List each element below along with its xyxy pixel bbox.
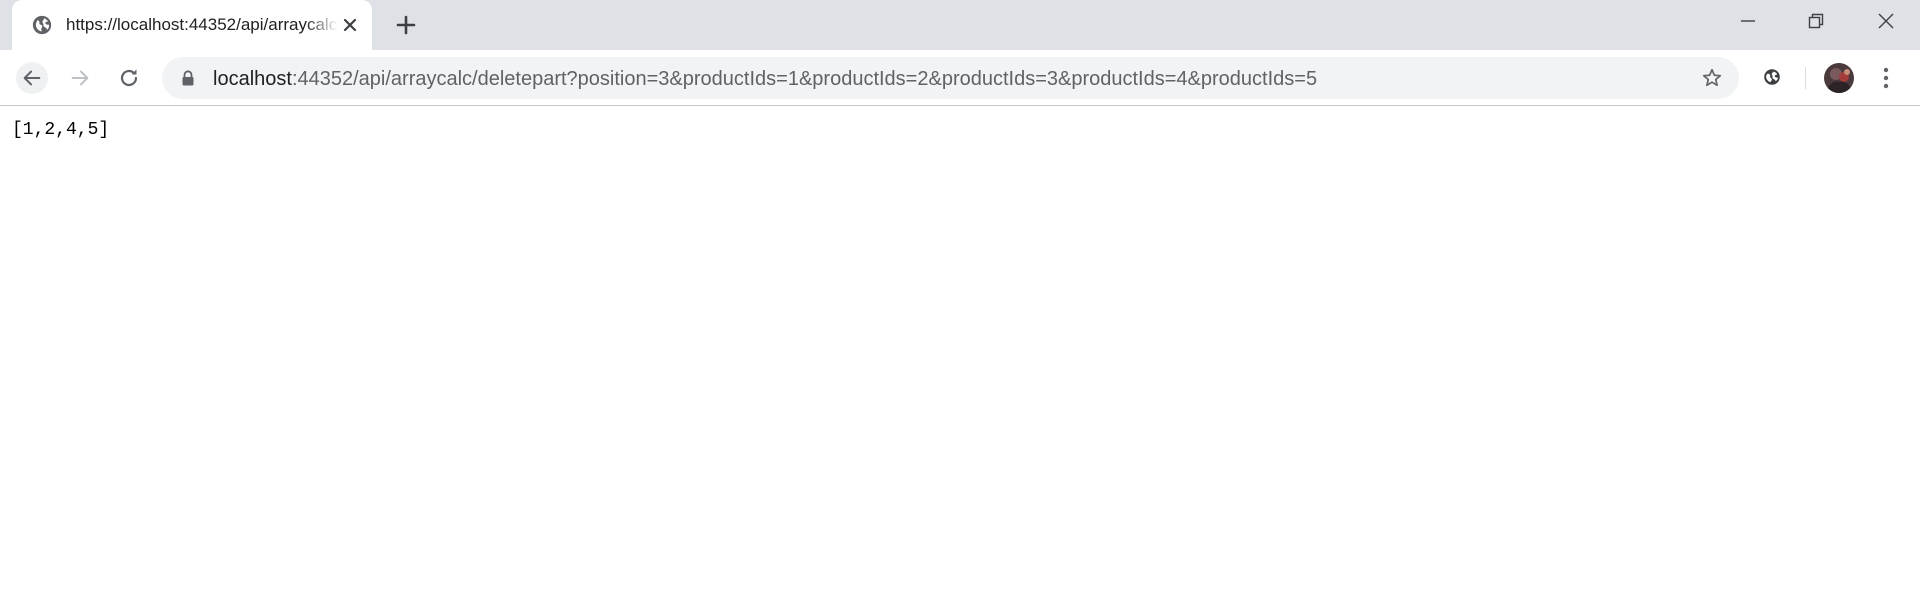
url-path: :44352/api/arraycalc/deletepart?position… <box>291 68 1318 90</box>
plus-icon[interactable] <box>392 11 420 39</box>
extension-icon[interactable] <box>1761 66 1783 88</box>
close-icon <box>1878 13 1894 29</box>
arrow-right-icon <box>71 70 89 86</box>
profile-avatar[interactable] <box>1824 63 1854 93</box>
arrow-left-icon <box>23 70 41 86</box>
back-button[interactable] <box>16 62 48 94</box>
minimize-icon <box>1741 20 1755 22</box>
toolbar-divider <box>1805 67 1806 89</box>
browser-toolbar: localhost:44352/api/arraycalc/deletepart… <box>0 50 1920 106</box>
window-close-button[interactable] <box>1852 0 1920 42</box>
url-text[interactable]: localhost:44352/api/arraycalc/deletepart… <box>213 68 1317 90</box>
tab-title: https://localhost:44352/api/arraycalc/de… <box>66 15 338 34</box>
more-vertical-icon[interactable] <box>1876 64 1896 92</box>
restore-icon <box>1808 13 1824 29</box>
tab-strip: https://localhost:44352/api/arraycalc/de… <box>0 0 1920 50</box>
globe-icon <box>32 15 52 35</box>
address-bar[interactable]: localhost:44352/api/arraycalc/deletepart… <box>162 57 1739 99</box>
json-response: [1,2,4,5] <box>12 120 110 140</box>
avatar-image <box>1824 63 1854 93</box>
url-host: localhost <box>213 68 292 90</box>
star-icon[interactable] <box>1701 67 1723 89</box>
browser-tab[interactable]: https://localhost:44352/api/arraycalc/de… <box>12 0 372 50</box>
tab-close-icon[interactable] <box>338 13 362 37</box>
page-content: [1,2,4,5] <box>0 106 1920 597</box>
restore-button[interactable] <box>1782 0 1850 42</box>
forward-button[interactable] <box>64 62 96 94</box>
lock-icon[interactable] <box>181 70 195 86</box>
reload-icon <box>120 69 138 87</box>
reload-button[interactable] <box>113 62 145 94</box>
minimize-button[interactable] <box>1714 0 1782 42</box>
